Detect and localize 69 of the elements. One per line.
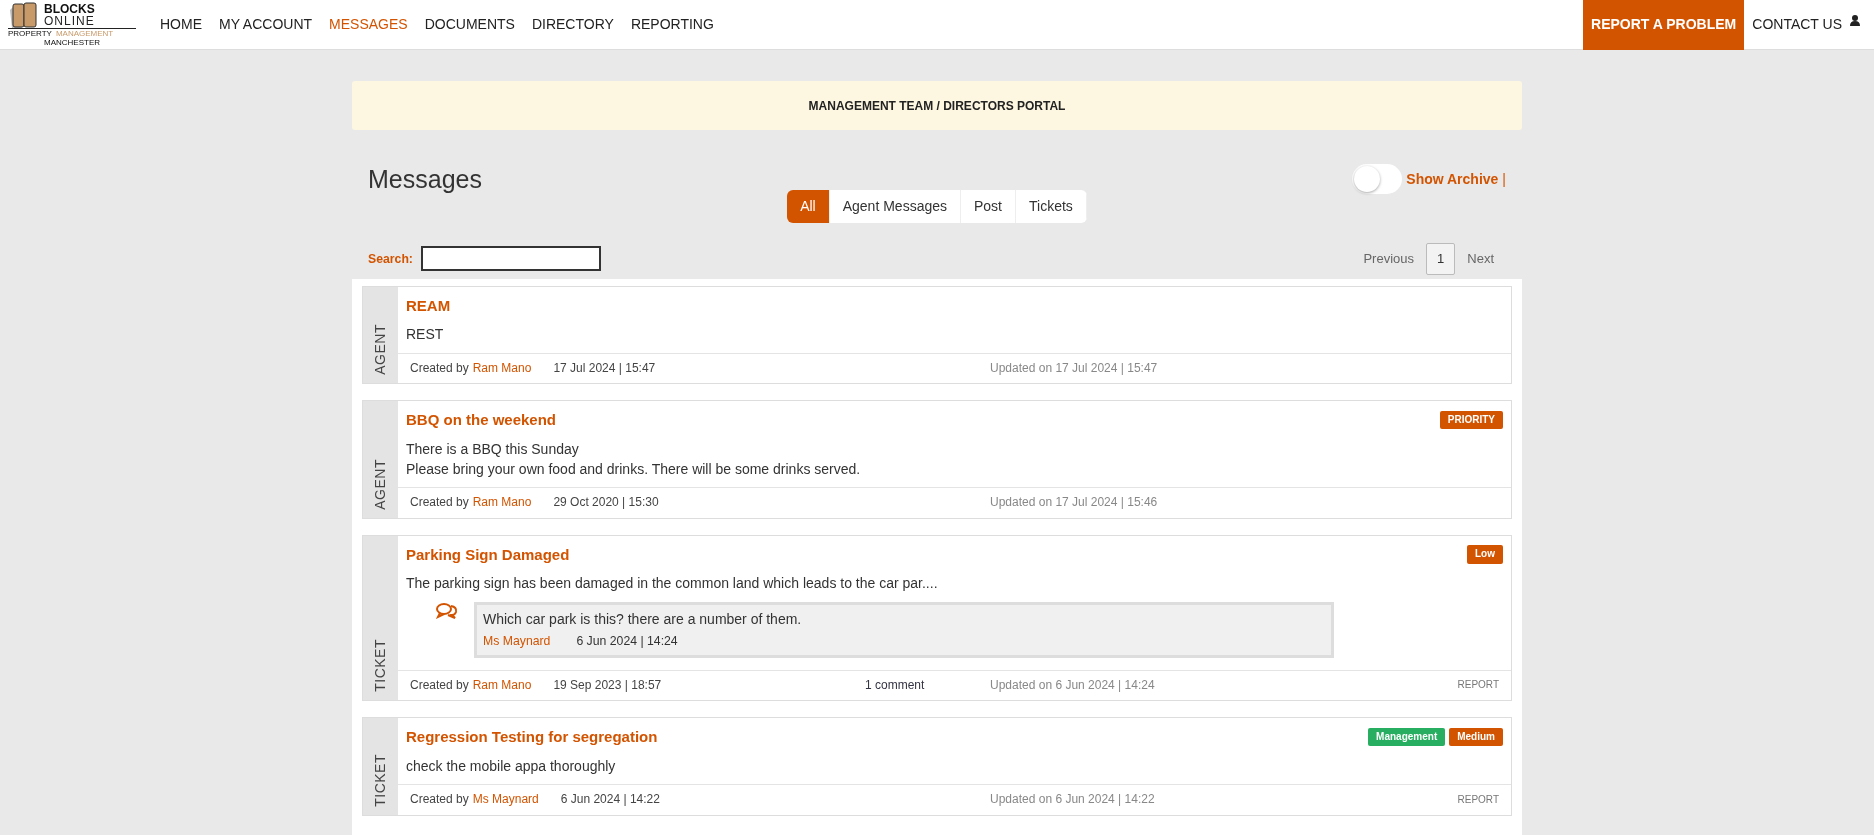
message-text: The parking sign has been damaged in the common land which leads to the car par.... bbox=[406, 574, 939, 594]
message-title[interactable]: BBQ on the weekend bbox=[406, 408, 557, 431]
logo-text: ONLINE bbox=[44, 15, 95, 27]
created-by-label: Created by bbox=[410, 359, 469, 377]
updated-date: Updated on 17 Jul 2024 | 15:46 bbox=[990, 494, 1158, 512]
updated-date: Updated on 17 Jul 2024 | 15:47 bbox=[990, 359, 1158, 377]
comments-link[interactable]: 1 comment bbox=[865, 677, 925, 692]
next-button[interactable]: Next bbox=[1455, 243, 1506, 275]
created-by-label: Created by bbox=[410, 791, 469, 809]
author-link[interactable]: Ram Mano bbox=[472, 359, 532, 377]
nav-link[interactable]: DOCUMENTS bbox=[424, 14, 515, 35]
author-link[interactable]: Ms Maynard bbox=[472, 791, 539, 809]
nav-link[interactable]: MESSAGES bbox=[329, 14, 408, 35]
message-text: REST bbox=[406, 325, 445, 345]
comment-author-link[interactable]: Ms Maynard bbox=[483, 633, 551, 651]
logo-tagline: PROPERTY bbox=[8, 29, 52, 38]
created-date: 17 Jul 2024 | 15:47 bbox=[553, 359, 656, 377]
comment-date: 6 Jun 2024 | 14:24 bbox=[576, 633, 678, 650]
contact-link[interactable]: CONTACT US bbox=[1752, 14, 1842, 35]
filter-tab[interactable]: Agent Messages bbox=[829, 190, 961, 223]
separator: | bbox=[1502, 169, 1506, 189]
user-icon[interactable] bbox=[1850, 15, 1860, 26]
logo-tagline: MANCHESTER bbox=[43, 38, 101, 47]
created-date: 19 Sep 2023 | 18:57 bbox=[553, 676, 662, 694]
message-type-label: AGENT bbox=[371, 324, 390, 375]
buildings-logo-icon bbox=[8, 2, 40, 28]
archive-toggle[interactable] bbox=[1352, 164, 1403, 194]
filter-tab[interactable]: Tickets bbox=[1016, 190, 1087, 223]
message-title[interactable]: Regression Testing for segregation bbox=[406, 726, 658, 748]
message-type-label: AGENT bbox=[371, 458, 390, 510]
tag: Low bbox=[1467, 545, 1503, 564]
search-label: Search: bbox=[368, 250, 413, 268]
filter-tab[interactable]: Post bbox=[961, 190, 1016, 223]
comment-text: Which car park is this? there are a number of them. bbox=[483, 609, 803, 629]
tag: PRIORITY bbox=[1439, 410, 1503, 430]
tag: Medium bbox=[1449, 727, 1503, 747]
report-problem-button[interactable]: REPORT A PROBLEM bbox=[1583, 0, 1745, 50]
author-link[interactable]: Ram Mano bbox=[472, 494, 532, 512]
updated-date: Updated on 6 Jun 2024 | 14:24 bbox=[990, 676, 1155, 694]
page-title: Messages bbox=[368, 164, 482, 194]
created-by-label: Created by bbox=[410, 676, 469, 694]
updated-date: Updated on 6 Jun 2024 | 14:22 bbox=[990, 791, 1155, 809]
portal-banner: MANAGEMENT TEAM / DIRECTORS PORTAL bbox=[352, 81, 1522, 130]
speech-bubbles-icon bbox=[436, 601, 458, 620]
message-title[interactable]: REAM bbox=[406, 294, 451, 317]
message-text: check the mobile appa thoroughly bbox=[406, 756, 617, 776]
nav-link[interactable]: DIRECTORY bbox=[531, 14, 614, 35]
report-link[interactable]: REPORT bbox=[1457, 678, 1499, 693]
nav-link[interactable]: MY ACCOUNT bbox=[219, 14, 313, 35]
logo-text: BLOCKS bbox=[44, 3, 95, 15]
created-date: 29 Oct 2020 | 15:30 bbox=[553, 494, 659, 512]
message-text: There is a BBQ this Sunday bbox=[406, 439, 580, 459]
message-type-label: TICKET bbox=[371, 753, 390, 807]
message-title[interactable]: Parking Sign Damaged bbox=[406, 543, 570, 566]
created-date: 6 Jun 2024 | 14:22 bbox=[560, 791, 660, 809]
search-field[interactable] bbox=[420, 246, 601, 272]
filter-tab[interactable]: All bbox=[787, 190, 830, 223]
author-link[interactable]: Ram Mano bbox=[472, 676, 532, 695]
archive-label: Show Archive bbox=[1406, 169, 1499, 189]
report-link[interactable]: REPORT bbox=[1457, 792, 1499, 808]
message-type-label: TICKET bbox=[371, 639, 390, 693]
created-by-label: Created by bbox=[410, 494, 469, 512]
previous-button[interactable]: Previous bbox=[1351, 243, 1427, 275]
nav-link[interactable]: HOME bbox=[160, 14, 202, 35]
message-text: Please bring your own food and drinks. There will be some drinks served. bbox=[406, 460, 862, 479]
logo-tagline: MANAGEMENT bbox=[55, 29, 114, 38]
nav-link[interactable]: REPORTING bbox=[630, 14, 714, 35]
tag: Management bbox=[1368, 727, 1446, 747]
page-button[interactable]: 1 bbox=[1426, 243, 1456, 275]
